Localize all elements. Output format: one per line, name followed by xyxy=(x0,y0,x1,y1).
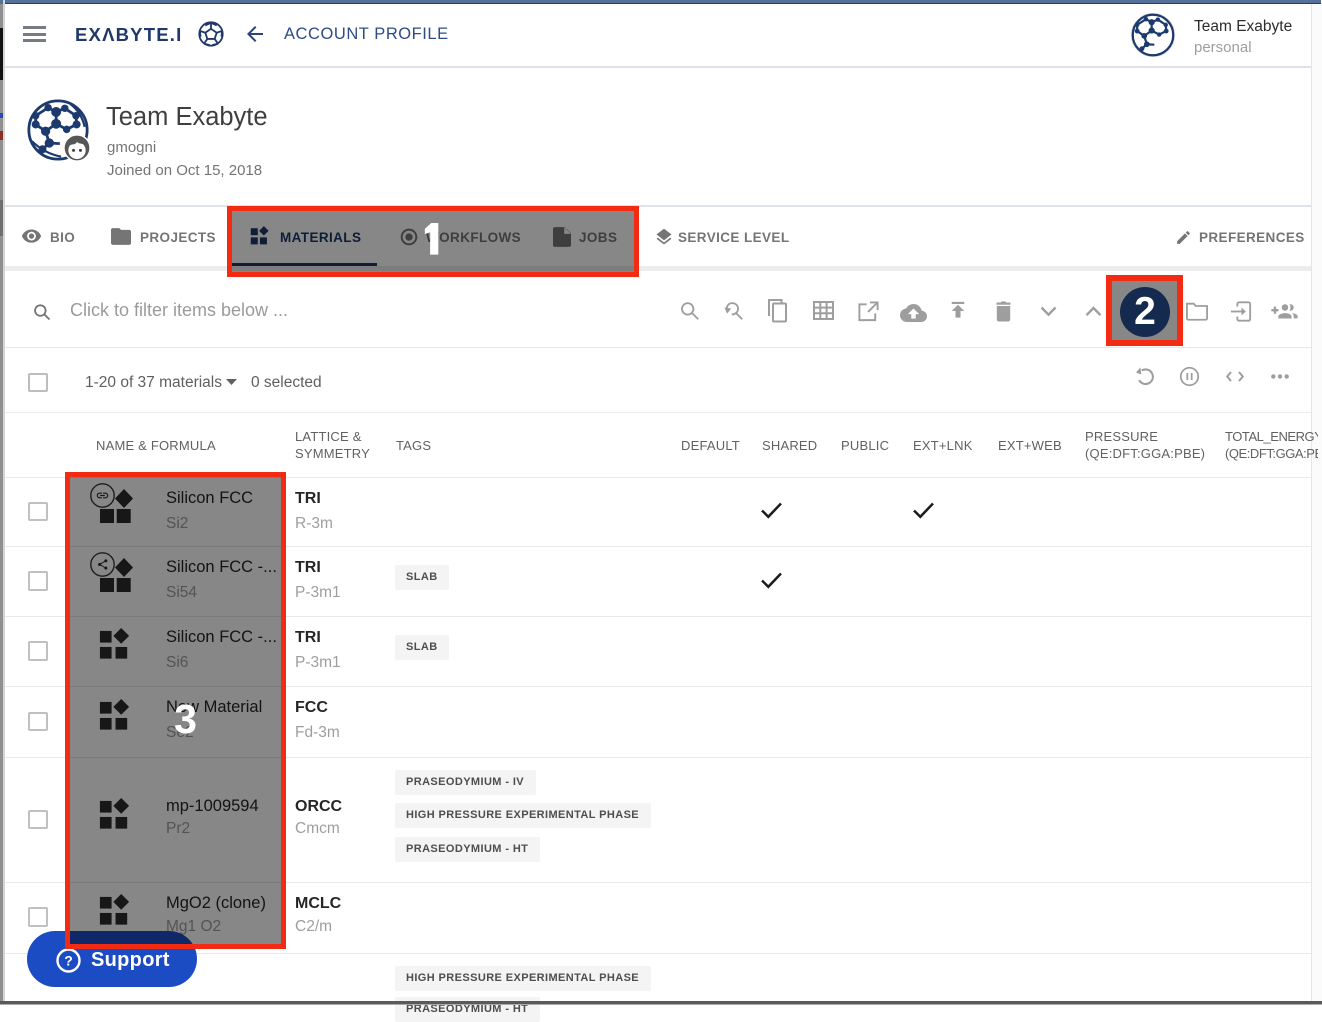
svg-text:?: ? xyxy=(64,952,73,968)
